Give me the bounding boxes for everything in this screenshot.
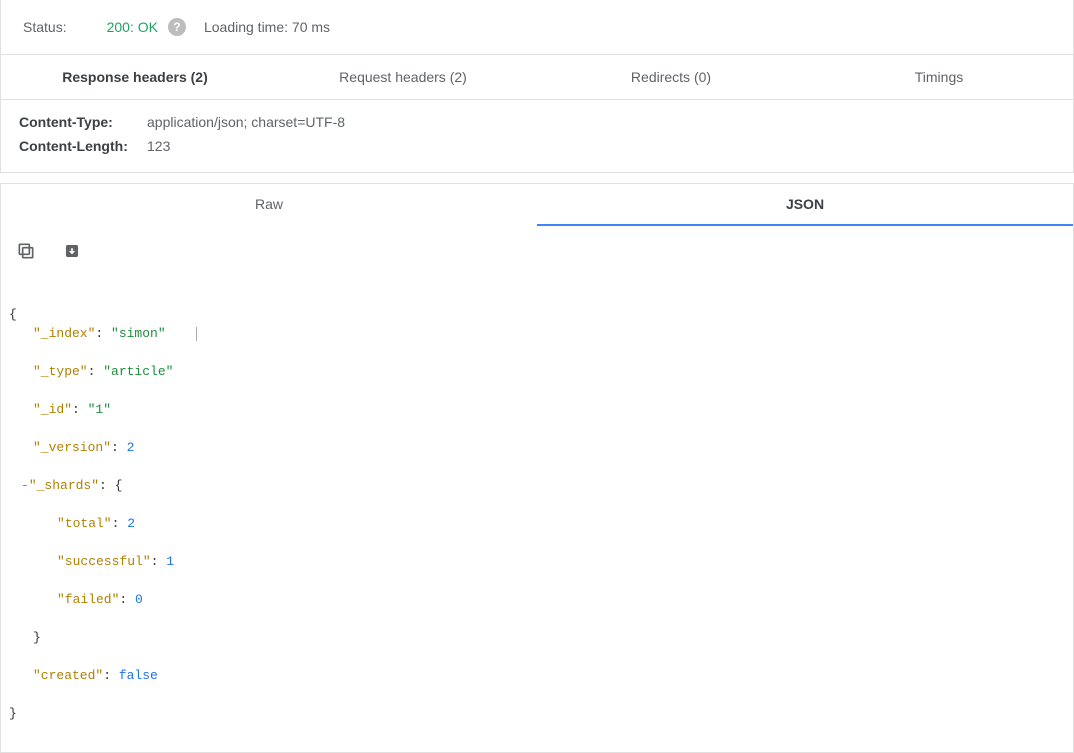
status-label: Status:	[23, 19, 67, 35]
header-content-type: Content-Type: application/json; charset=…	[19, 110, 1055, 134]
json-key: "failed"	[57, 592, 119, 607]
header-key: Content-Type:	[19, 114, 139, 130]
collapse-toggle-icon[interactable]: -	[9, 478, 29, 493]
header-content-length: Content-Length: 123	[19, 134, 1055, 158]
json-key: "total"	[57, 516, 112, 531]
body-tabs: Raw JSON	[1, 184, 1073, 226]
tab-redirects[interactable]: Redirects (0)	[537, 55, 805, 99]
json-key: "successful"	[57, 554, 151, 569]
download-icon[interactable]	[61, 240, 83, 262]
json-number: 1	[166, 554, 174, 569]
status-code: 200: OK	[107, 19, 158, 35]
copy-icon[interactable]	[15, 240, 37, 262]
tab-timings[interactable]: Timings	[805, 55, 1073, 99]
json-key: "_shards"	[29, 478, 99, 493]
tab-request-headers[interactable]: Request headers (2)	[269, 55, 537, 99]
text-cursor	[196, 327, 197, 341]
response-meta-panel: Status: 200: OK ? Loading time: 70 ms Re…	[0, 0, 1074, 173]
json-number: 0	[135, 592, 143, 607]
header-tabs: Response headers (2) Request headers (2)…	[1, 54, 1073, 99]
loading-time: Loading time: 70 ms	[204, 19, 330, 35]
json-viewer[interactable]: { "_index": "simon" "_type": "article" "…	[1, 268, 1073, 752]
json-string: "simon"	[111, 326, 166, 341]
header-key: Content-Length:	[19, 138, 139, 154]
json-key: "created"	[33, 668, 103, 683]
json-number: 2	[127, 516, 135, 531]
header-value: 123	[147, 138, 170, 154]
tab-response-headers[interactable]: Response headers (2)	[1, 55, 269, 99]
json-key: "_type"	[33, 364, 88, 379]
help-icon[interactable]: ?	[168, 18, 186, 36]
json-string: "1"	[88, 402, 111, 417]
response-headers-list: Content-Type: application/json; charset=…	[1, 99, 1073, 172]
json-key: "_id"	[33, 402, 72, 417]
brace: {	[115, 478, 123, 493]
json-string: "article"	[103, 364, 173, 379]
json-key: "_version"	[33, 440, 111, 455]
response-body-panel: Raw JSON { "_index": "simon" "_type": "a…	[0, 183, 1074, 753]
json-number: 2	[127, 440, 135, 455]
brace: }	[33, 630, 41, 645]
brace: }	[9, 706, 17, 721]
json-bool: false	[119, 668, 158, 683]
brace: {	[9, 307, 17, 322]
json-key: "_index"	[33, 326, 95, 341]
tab-json[interactable]: JSON	[537, 184, 1073, 226]
status-row: Status: 200: OK ? Loading time: 70 ms	[1, 0, 1073, 54]
header-value: application/json; charset=UTF-8	[147, 114, 345, 130]
tab-raw[interactable]: Raw	[1, 184, 537, 226]
json-toolbar	[1, 226, 1073, 268]
